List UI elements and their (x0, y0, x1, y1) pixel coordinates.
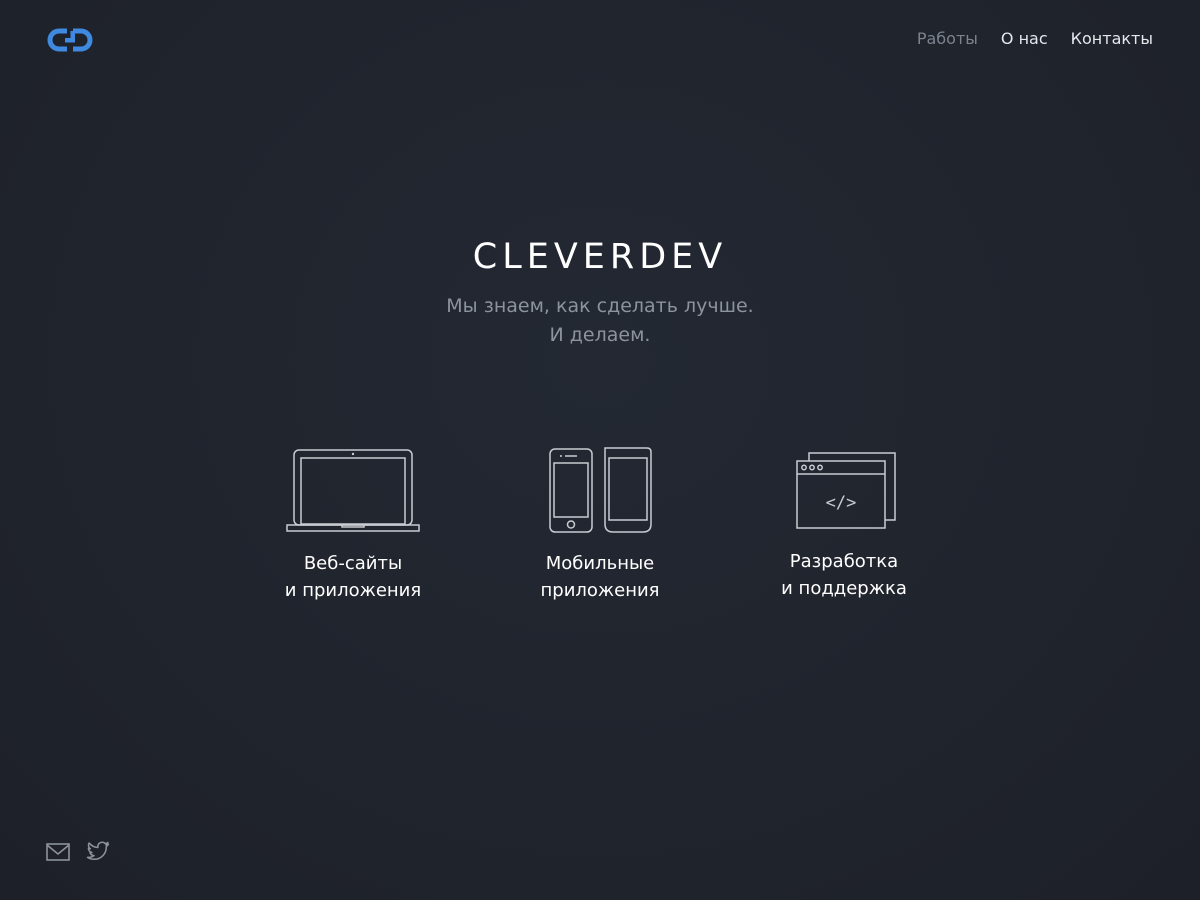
hero-section: CLEVERDEV Мы знаем, как сделать лучше. И… (0, 236, 1200, 350)
social-links (46, 841, 110, 867)
code-glyph-icon: </> (826, 493, 857, 513)
mobile-devices-icon (480, 446, 720, 536)
service-mobile[interactable]: Мобильные приложения (480, 446, 720, 604)
service-development-line-2: и поддержка (781, 578, 907, 599)
tagline-line-1: Мы знаем, как сделать лучше. (446, 295, 754, 317)
nav-item-contacts[interactable]: Контакты (1071, 29, 1153, 49)
nav-item-works[interactable]: Работы (917, 29, 978, 49)
laptop-icon (233, 446, 473, 536)
brand-title: CLEVERDEV (472, 237, 728, 277)
service-web[interactable]: Веб-сайты и приложения (233, 446, 473, 604)
twitter-icon[interactable] (86, 841, 110, 867)
service-development-label: Разработка и поддержка (724, 548, 964, 602)
nav-item-about[interactable]: О нас (1001, 29, 1048, 49)
tagline: Мы знаем, как сделать лучше. И делаем. (0, 292, 1200, 350)
code-window-icon: </> (724, 446, 964, 534)
service-mobile-line-1: Мобильные (545, 553, 655, 574)
service-web-line-1: Веб-сайты (303, 553, 403, 574)
mail-icon[interactable] (46, 843, 70, 865)
cleverdev-logo-icon[interactable] (45, 26, 95, 54)
service-development[interactable]: </> Разработка и поддержка (724, 446, 964, 602)
tagline-line-2: И делаем. (549, 324, 651, 346)
service-web-line-2: и приложения (284, 580, 422, 601)
main-nav: Работы О нас Контакты (917, 29, 1153, 49)
service-mobile-line-2: приложения (540, 580, 660, 601)
service-development-line-1: Разработка (789, 551, 899, 572)
service-web-label: Веб-сайты и приложения (233, 550, 473, 604)
service-mobile-label: Мобильные приложения (480, 550, 720, 604)
landing-page: Работы О нас Контакты CLEVERDEV Мы знаем… (0, 0, 1200, 900)
